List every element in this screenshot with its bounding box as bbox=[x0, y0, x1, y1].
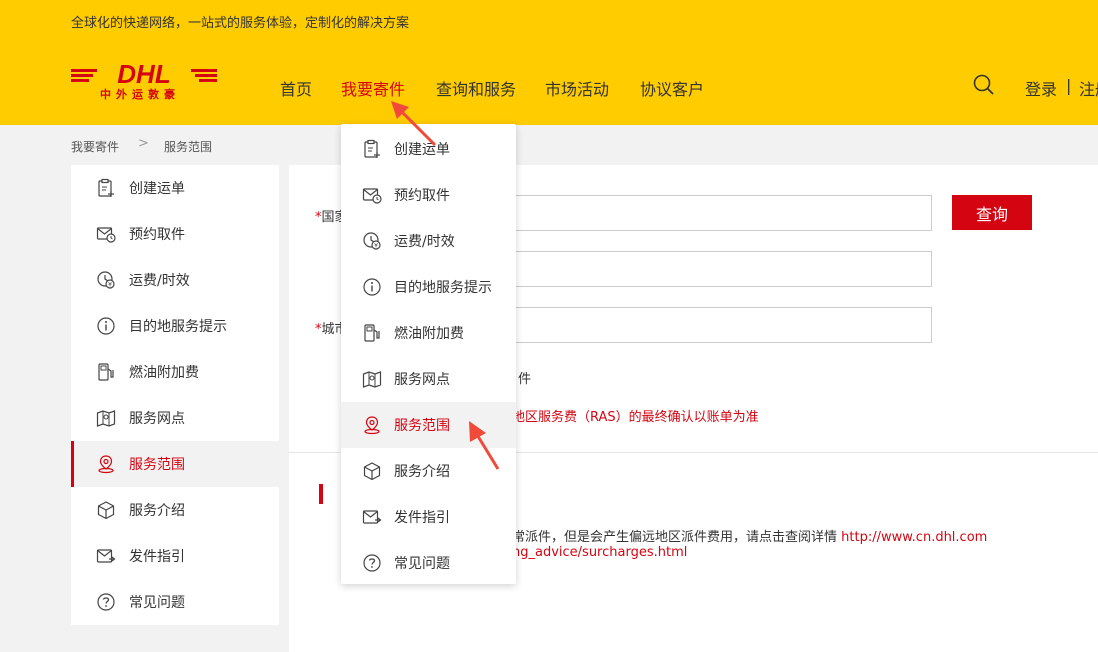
sidebar-item-label: 常见问题 bbox=[129, 595, 185, 611]
sidebar: 创建运单 预约取件 ¥ 运费/时效 目的地服务提示 燃油附加费 服务网点 服务范… bbox=[71, 165, 279, 625]
logo-text: DHL bbox=[117, 60, 170, 89]
info-icon bbox=[97, 317, 115, 335]
svg-text:¥: ¥ bbox=[374, 243, 378, 250]
sidebar-item-create-waybill[interactable]: 创建运单 bbox=[71, 165, 279, 211]
dropdown-item-label: 服务范围 bbox=[394, 418, 450, 434]
annotation-arrow-nav bbox=[391, 101, 437, 147]
location-pin-icon bbox=[364, 416, 380, 435]
postcode-input[interactable] bbox=[495, 251, 932, 287]
dropdown-item-service-points[interactable]: 服务网点 bbox=[341, 356, 516, 402]
annotation-arrow-menu bbox=[469, 421, 500, 470]
dropdown-item-destination-tips[interactable]: 目的地服务提示 bbox=[341, 264, 516, 310]
dropdown-item-label: 运费/时效 bbox=[394, 234, 455, 250]
query-button[interactable]: 查询 bbox=[952, 195, 1032, 230]
breadcrumb-send[interactable]: 我要寄件 bbox=[71, 138, 119, 155]
schedule-pickup-icon bbox=[362, 188, 382, 204]
sidebar-item-service-range[interactable]: 服务范围 bbox=[71, 441, 279, 487]
box-icon bbox=[97, 501, 115, 520]
rate-time-icon: ¥ bbox=[97, 271, 115, 289]
sidebar-item-faq[interactable]: 常见问题 bbox=[71, 579, 279, 625]
dropdown-item-label: 预约取件 bbox=[394, 188, 450, 204]
dropdown-item-faq[interactable]: 常见问题 bbox=[341, 540, 516, 586]
location-pin-icon bbox=[98, 455, 114, 474]
sidebar-item-label: 创建运单 bbox=[129, 181, 185, 197]
create-waybill-icon bbox=[364, 139, 380, 158]
sidebar-item-label: 运费/时效 bbox=[129, 273, 190, 289]
sidebar-item-label: 发件指引 bbox=[129, 549, 185, 565]
create-waybill-icon bbox=[98, 178, 114, 197]
sidebar-item-label: 服务介绍 bbox=[129, 503, 185, 519]
dropdown-item-rate-time[interactable]: ¥ 运费/时效 bbox=[341, 218, 516, 264]
question-icon bbox=[97, 593, 115, 611]
breadcrumb-separator: > bbox=[138, 136, 149, 151]
question-icon bbox=[363, 554, 381, 572]
login-link[interactable]: 登录 bbox=[1025, 76, 1057, 100]
sidebar-item-label: 预约取件 bbox=[129, 227, 185, 243]
dropdown-item-label: 服务网点 bbox=[394, 372, 450, 388]
sidebar-item-label: 服务范围 bbox=[129, 457, 185, 473]
nav-tracking[interactable]: 查询和服务 bbox=[436, 76, 516, 100]
breadcrumb-current: 服务范围 bbox=[164, 140, 213, 154]
box-icon bbox=[363, 462, 381, 481]
dropdown-item-label: 发件指引 bbox=[394, 510, 450, 526]
nav-marketing[interactable]: 市场活动 bbox=[545, 76, 609, 100]
sidebar-item-label: 目的地服务提示 bbox=[129, 319, 227, 335]
send-guide-icon bbox=[96, 549, 116, 563]
sidebar-item-send-guide[interactable]: 发件指引 bbox=[71, 533, 279, 579]
dropdown-item-label: 常见问题 bbox=[394, 556, 450, 572]
sidebar-item-label: 服务网点 bbox=[129, 411, 185, 427]
country-input[interactable] bbox=[495, 195, 932, 231]
surcharge-link[interactable]: http://www.cn.dhl.com bbox=[841, 530, 987, 545]
sidebar-item-label: 燃油附加费 bbox=[129, 365, 199, 381]
dropdown-item-label: 服务介绍 bbox=[394, 464, 450, 480]
shipment-type-option[interactable]: 件 bbox=[518, 368, 531, 387]
dropdown-item-label: 目的地服务提示 bbox=[394, 280, 492, 296]
sidebar-item-fuel-surcharge[interactable]: 燃油附加费 bbox=[71, 349, 279, 395]
sidebar-item-rate-time[interactable]: ¥ 运费/时效 bbox=[71, 257, 279, 303]
send-dropdown-menu: 创建运单 预约取件 ¥ 运费/时效 目的地服务提示 燃油附加费 服务网点 服务范… bbox=[341, 124, 516, 584]
section-marker bbox=[319, 484, 323, 504]
dropdown-item-fuel-surcharge[interactable]: 燃油附加费 bbox=[341, 310, 516, 356]
sidebar-item-destination-tips[interactable]: 目的地服务提示 bbox=[71, 303, 279, 349]
fuel-pump-icon bbox=[364, 324, 380, 342]
register-link[interactable]: 注册 bbox=[1079, 76, 1098, 100]
nav-agreement[interactable]: 协议客户 bbox=[640, 76, 704, 100]
svg-text:¥: ¥ bbox=[108, 282, 112, 289]
service-point-icon bbox=[96, 410, 116, 427]
fuel-pump-icon bbox=[98, 363, 114, 381]
service-point-icon bbox=[362, 371, 382, 388]
rate-time-icon: ¥ bbox=[363, 232, 381, 250]
logo-subtitle: 中外运敦豪 bbox=[100, 88, 180, 101]
schedule-pickup-icon bbox=[96, 227, 116, 243]
sidebar-item-schedule-pickup[interactable]: 预约取件 bbox=[71, 211, 279, 257]
header-tagline: 全球化的快递网络，一站式的服务体验，定制化的解决方案 bbox=[71, 16, 410, 31]
ras-note: 地区服务费（RAS）的最终确认以账单为准 bbox=[512, 410, 759, 425]
city-input[interactable] bbox=[495, 307, 932, 343]
sidebar-item-service-intro[interactable]: 服务介绍 bbox=[71, 487, 279, 533]
notice-line-1: 常派件，但是会产生偏远地区派件费用，请点击查阅详情 http://www.cn.… bbox=[512, 530, 988, 545]
dropdown-item-label: 燃油附加费 bbox=[394, 326, 464, 342]
notice-line-2-link[interactable]: ng_advice/surcharges.html bbox=[512, 545, 687, 560]
nav-home[interactable]: 首页 bbox=[280, 76, 312, 100]
dropdown-item-send-guide[interactable]: 发件指引 bbox=[341, 494, 516, 540]
info-icon bbox=[363, 278, 381, 296]
header-separator: | bbox=[1066, 76, 1072, 95]
send-guide-icon bbox=[362, 510, 382, 524]
search-icon[interactable] bbox=[972, 73, 996, 97]
dropdown-item-schedule-pickup[interactable]: 预约取件 bbox=[341, 172, 516, 218]
sidebar-item-service-points[interactable]: 服务网点 bbox=[71, 395, 279, 441]
